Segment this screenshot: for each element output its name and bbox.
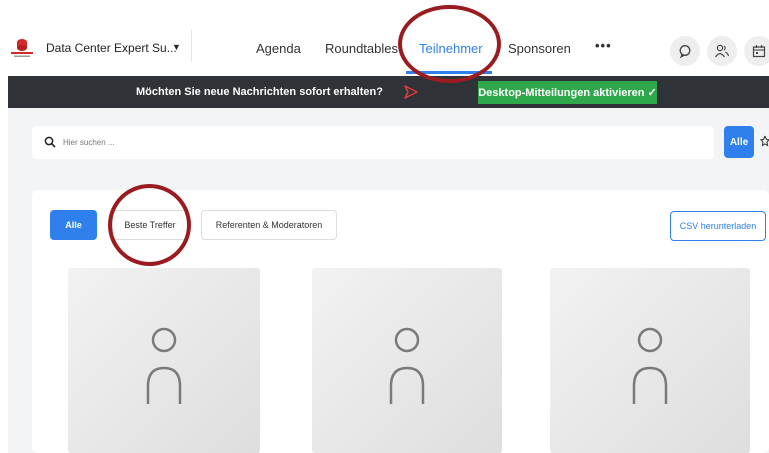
people-button[interactable] bbox=[707, 36, 737, 66]
event-selector[interactable]: Data Center Expert Su... bbox=[46, 41, 177, 55]
top-nav bbox=[0, 0, 769, 76]
csv-download-button[interactable]: CSV herunterladen bbox=[670, 211, 766, 241]
more-menu-icon[interactable]: ••• bbox=[595, 38, 612, 53]
people-icon bbox=[715, 44, 730, 58]
chevron-down-icon[interactable]: ▼ bbox=[172, 42, 181, 52]
nav-agenda[interactable]: Agenda bbox=[256, 41, 301, 56]
highlight-circle-teilnehmer bbox=[398, 5, 501, 83]
banner-message: Möchten Sie neue Nachrichten sofort erha… bbox=[136, 86, 383, 98]
attendee-card[interactable] bbox=[312, 268, 502, 453]
avatar-placeholder-icon bbox=[632, 327, 668, 404]
tab-referenten-moderatoren[interactable]: Referenten & Moderatoren bbox=[201, 210, 337, 240]
event-logo[interactable] bbox=[10, 37, 34, 59]
avatar-placeholder-icon bbox=[146, 327, 182, 404]
star-icon[interactable] bbox=[760, 135, 769, 147]
chat-icon bbox=[679, 45, 691, 58]
attendee-card[interactable] bbox=[68, 268, 260, 453]
filter-all-button[interactable]: Alle bbox=[724, 126, 754, 158]
search-input[interactable] bbox=[32, 126, 714, 159]
calendar-button[interactable] bbox=[744, 36, 769, 66]
enable-desktop-notifications-button[interactable]: Desktop-Mitteilungen aktivieren ✓ bbox=[478, 81, 657, 104]
highlight-circle-beste-treffer bbox=[108, 184, 191, 266]
nav-divider bbox=[191, 30, 192, 62]
tab-alle[interactable]: Alle bbox=[50, 210, 97, 240]
search-placeholder: Hier suchen ... bbox=[63, 138, 115, 147]
calendar-icon bbox=[752, 45, 766, 58]
avatar-placeholder-icon bbox=[389, 327, 425, 404]
pointer-arrow-icon bbox=[404, 85, 418, 99]
attendee-card[interactable] bbox=[550, 268, 750, 453]
nav-roundtables[interactable]: Roundtables bbox=[325, 41, 398, 56]
search-icon bbox=[44, 136, 56, 148]
chat-button[interactable] bbox=[670, 36, 700, 66]
nav-sponsoren[interactable]: Sponsoren bbox=[508, 41, 571, 56]
